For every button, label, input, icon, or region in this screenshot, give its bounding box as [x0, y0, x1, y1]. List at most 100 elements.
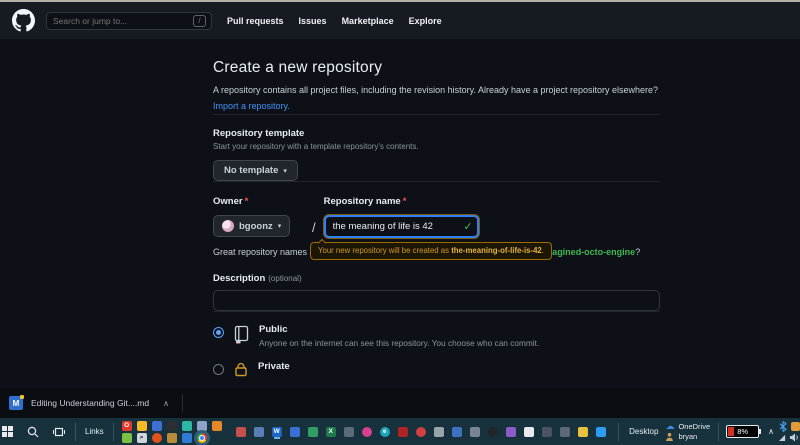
nav-explore[interactable]: Explore [409, 16, 442, 26]
orange-app-icon[interactable] [152, 433, 162, 443]
divider [618, 423, 619, 441]
show-hidden-icons-chevron[interactable]: ∧ [768, 427, 774, 436]
photos-icon[interactable] [122, 433, 132, 443]
window-app-icon[interactable] [560, 427, 570, 437]
slash-shortcut-key: / [193, 15, 206, 27]
links-toolbar[interactable]: Links [79, 427, 110, 436]
onedrive-item[interactable]: ☁OneDrive [665, 422, 710, 431]
private-label: Private [258, 361, 290, 372]
minimized-editor-bar: M Editing Understanding Git....md ∧ [0, 388, 800, 418]
console-app-icon[interactable] [542, 427, 552, 437]
vscode-icon[interactable] [596, 427, 606, 437]
bluetooth-icon[interactable] [779, 421, 787, 432]
no-template-dropdown[interactable]: No template ▾ [213, 160, 298, 181]
windows-taskbar: Links O ⌕ W Xe Desktop ☁OneDrive bryan 8%… [0, 418, 800, 445]
create-repository-page: Create a new repository A repository con… [0, 39, 800, 388]
window-top-edge [0, 0, 800, 2]
import-repository-link[interactable]: Import a repository. [213, 101, 290, 111]
divider [182, 394, 183, 412]
tray-app-icon[interactable] [791, 422, 800, 431]
pinned-apps-row-bottom: ⌕ [122, 433, 222, 443]
nav-issues[interactable]: Issues [299, 16, 327, 26]
open-apps-row: W Xe [236, 427, 606, 437]
markdown-editor-icon: M [9, 396, 23, 410]
monitor-app-icon[interactable] [434, 427, 444, 437]
repo-slug-tooltip: Your new repository will be created as t… [310, 242, 552, 260]
edge-icon[interactable]: e [380, 427, 390, 437]
divider [75, 423, 76, 441]
required-asterisk: * [245, 196, 249, 207]
nav-pull-requests[interactable]: Pull requests [227, 16, 284, 26]
owner-name: bgoonz [239, 221, 273, 232]
search-input[interactable] [47, 16, 193, 26]
nav-marketplace[interactable]: Marketplace [342, 16, 394, 26]
magenta-app-icon[interactable] [362, 427, 372, 437]
start-button[interactable] [0, 418, 20, 445]
stats-app-icon[interactable] [506, 427, 516, 437]
task-view-icon[interactable] [46, 418, 72, 445]
public-option: Public Anyone on the internet can see th… [213, 324, 660, 349]
valid-check-icon: ✓ [463, 220, 472, 233]
docs-app-icon[interactable] [197, 421, 207, 431]
public-radio[interactable] [213, 327, 224, 338]
gallery-icon[interactable] [167, 433, 177, 443]
description-label: Description(optional) [213, 273, 660, 284]
private-radio[interactable] [213, 364, 224, 375]
repo-slug: the-meaning-of-life-is-42 [451, 246, 542, 255]
public-label: Public [259, 324, 539, 335]
home-app-icon[interactable] [452, 427, 462, 437]
divider [213, 114, 660, 115]
book-icon [233, 325, 250, 349]
app-blue-icon[interactable] [290, 427, 300, 437]
optional-hint: (optional) [268, 274, 301, 283]
app-slate-icon[interactable] [254, 427, 264, 437]
divider [113, 423, 114, 441]
app-gray-icon[interactable] [344, 427, 354, 437]
dark-circle-app-icon[interactable] [488, 427, 498, 437]
excel-icon[interactable]: X [326, 427, 336, 437]
battery-level-fill [728, 427, 734, 436]
battery-indicator[interactable]: 8% [726, 425, 759, 438]
terminal-icon[interactable] [167, 421, 177, 431]
volume-icon[interactable] [789, 433, 799, 442]
repository-name-input[interactable] [324, 215, 479, 238]
word-icon[interactable]: W [272, 427, 282, 437]
avatar [222, 220, 234, 232]
user-item[interactable]: bryan [665, 432, 710, 441]
battery-percent: 8% [737, 427, 748, 436]
lock-icon [233, 362, 249, 382]
chevron-down-icon: ▾ [283, 167, 287, 175]
document-app-icon[interactable] [524, 427, 534, 437]
chrome-icon[interactable] [197, 433, 207, 443]
sphere-app-icon[interactable] [182, 421, 192, 431]
description-input[interactable] [213, 290, 660, 311]
chevron-up-icon[interactable]: ∧ [163, 399, 169, 408]
red-circle-app-icon[interactable] [416, 427, 426, 437]
owner-label: Owner* [213, 196, 310, 207]
taskbar-search-icon[interactable] [20, 418, 46, 445]
editor-tab[interactable]: M Editing Understanding Git....md ∧ [0, 396, 169, 410]
photoshop-icon[interactable] [152, 421, 162, 431]
person-icon [665, 432, 674, 441]
bookmark-app-icon[interactable] [212, 421, 222, 431]
github-logo-icon[interactable] [12, 9, 35, 32]
no-template-label: No template [224, 165, 278, 176]
diamond-app-icon[interactable] [308, 427, 318, 437]
search-tool-icon[interactable]: ⌕ [137, 433, 147, 443]
network-icon[interactable]: ◢ [779, 434, 785, 442]
page-subtitle: A repository contains all project files,… [213, 84, 660, 96]
file-explorer-icon[interactable] [137, 421, 147, 431]
github-header: / Pull requests Issues Marketplace Explo… [0, 2, 800, 39]
divider [718, 423, 719, 441]
owner-repo-separator: / [312, 220, 316, 235]
app-darkred-icon[interactable] [398, 427, 408, 437]
owner-dropdown[interactable]: bgoonz ▾ [213, 215, 290, 237]
chevron-down-icon: ▾ [278, 222, 282, 230]
desktop-toolbar[interactable]: Desktop [622, 427, 665, 436]
repository-template-description: Start your repository with a template re… [213, 142, 660, 151]
tools-app-icon[interactable] [470, 427, 480, 437]
blue-tool-icon[interactable] [182, 433, 192, 443]
app-red-icon[interactable] [236, 427, 246, 437]
penguin-app-icon[interactable] [578, 427, 588, 437]
opera-icon[interactable]: O [122, 421, 132, 431]
